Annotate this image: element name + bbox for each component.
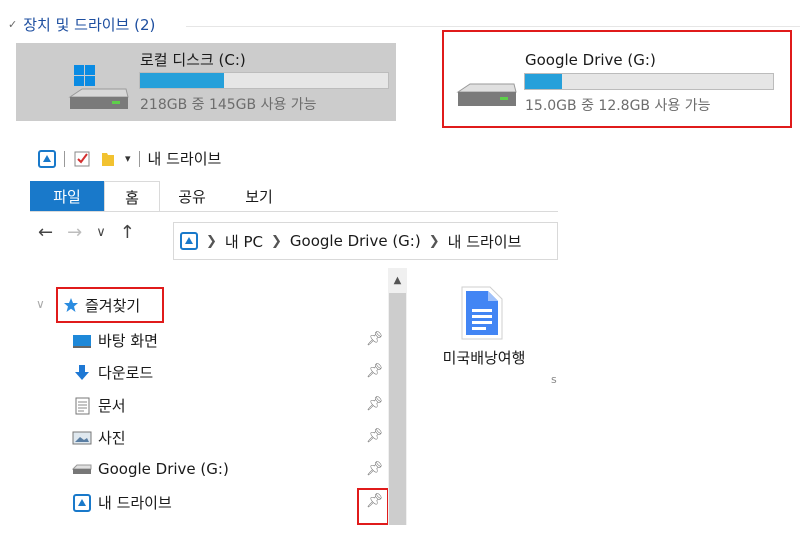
back-arrow-icon[interactable]: ← (38, 222, 53, 243)
chevron-down-icon: ✓ (8, 18, 18, 31)
tab-view[interactable]: 보기 (224, 181, 294, 212)
recent-locations-icon[interactable]: ∨ (96, 225, 106, 240)
section-divider (186, 26, 800, 27)
google-drive-icon (72, 493, 92, 512)
chevron-right-icon[interactable]: ❯ (271, 234, 282, 249)
drive-icon (456, 83, 517, 106)
sidebar-item-pictures[interactable]: 사진 (72, 427, 126, 448)
devices-section-header[interactable]: ✓ 장치 및 드라이브 (2) (8, 14, 155, 35)
sidebar-item-label: 내 드라이브 (98, 494, 172, 512)
windows-drive-icon (68, 65, 129, 109)
drive-g-name: Google Drive (G:) (525, 51, 656, 69)
sidebar-item-label: Google Drive (G:) (98, 460, 229, 478)
drive-c-usage-fill (140, 73, 225, 88)
documents-icon (72, 397, 92, 415)
sidebar-item-label: 바탕 화면 (98, 332, 158, 350)
sidebar-item-google-drive[interactable]: Google Drive (G:) (72, 460, 229, 478)
breadcrumb-this-pc[interactable]: 내 PC (225, 231, 263, 252)
quick-access-toolbar: ▾ 내 드라이브 (38, 148, 221, 169)
ribbon-divider (30, 211, 558, 212)
pictures-icon (72, 430, 92, 446)
breadcrumb-google-drive[interactable]: Google Drive (G:) (290, 232, 421, 250)
google-doc-icon[interactable] (460, 285, 504, 341)
google-drive-icon (38, 149, 56, 168)
chevron-down-icon[interactable]: ∨ (36, 297, 45, 311)
cut-off-glyph: s (551, 373, 557, 386)
up-arrow-icon[interactable]: ↑ (120, 222, 135, 243)
drive-g-free-text: 15.0GB 중 12.8GB 사용 가능 (525, 98, 711, 114)
toolbar-divider (138, 150, 140, 167)
chevron-right-icon[interactable]: ❯ (206, 234, 217, 249)
window-title: 내 드라이브 (147, 150, 222, 168)
drive-c-free-text: 218GB 중 145GB 사용 가능 (140, 97, 317, 113)
drive-g-tile[interactable]: Google Drive (G:) 15.0GB 중 12.8GB 사용 가능 (442, 30, 792, 128)
tab-file[interactable]: 파일 (30, 181, 104, 212)
scroll-up-icon[interactable]: ▲ (388, 268, 407, 292)
sidebar-item-downloads[interactable]: 다운로드 (72, 362, 153, 383)
chevron-right-icon[interactable]: ❯ (429, 234, 440, 249)
favorites-label: 즐겨찾기 (85, 296, 141, 315)
customize-toolbar-icon[interactable]: ▾ (125, 152, 131, 165)
tab-home[interactable]: 홈 (104, 181, 160, 212)
pin-icon[interactable]: 📌︎ (366, 428, 384, 444)
pin-icon[interactable]: 📌︎ (366, 363, 384, 379)
pin-highlight-box (357, 488, 389, 525)
drive-icon (72, 462, 92, 476)
sidebar-item-desktop[interactable]: 바탕 화면 (72, 330, 158, 351)
desktop-icon (72, 333, 92, 349)
address-bar[interactable]: ❯ 내 PC ❯ Google Drive (G:) ❯ 내 드라이브 (173, 222, 558, 260)
sidebar-item-documents[interactable]: 문서 (72, 395, 126, 416)
tab-share[interactable]: 공유 (160, 181, 224, 212)
google-drive-icon (180, 232, 198, 250)
download-icon (72, 364, 92, 382)
properties-icon[interactable] (73, 150, 91, 168)
sidebar-item-my-drive[interactable]: 내 드라이브 (72, 492, 172, 513)
new-folder-icon[interactable] (99, 150, 117, 168)
sidebar-item-favorites[interactable]: 즐겨찾기 (56, 287, 164, 323)
star-icon (63, 297, 79, 313)
forward-arrow-icon[interactable]: → (67, 222, 82, 243)
drive-g-usage-fill (525, 74, 563, 89)
navigation-buttons: ← → ∨ ↑ (38, 222, 135, 243)
scrollbar-thumb[interactable] (389, 293, 406, 525)
pin-icon[interactable]: 📌︎ (366, 461, 384, 477)
sidebar-item-label: 문서 (98, 397, 126, 415)
drive-c-usage-bar (139, 72, 389, 89)
pin-icon[interactable]: 📌︎ (366, 331, 384, 347)
devices-section-title: 장치 및 드라이브 (2) (23, 16, 156, 34)
drive-c-tile[interactable]: 로컬 디스크 (C:) 218GB 중 145GB 사용 가능 (16, 43, 396, 121)
sidebar-item-label: 다운로드 (98, 364, 154, 382)
file-name[interactable]: 미국배낭여행 (438, 347, 530, 370)
ribbon-tabs: 파일 홈 공유 보기 (30, 181, 558, 212)
toolbar-divider (64, 150, 65, 167)
sidebar-item-label: 사진 (98, 429, 126, 447)
drive-g-usage-bar (524, 73, 774, 90)
breadcrumb-my-drive[interactable]: 내 드라이브 (448, 231, 522, 252)
pin-icon[interactable]: 📌︎ (366, 396, 384, 412)
drive-c-name: 로컬 디스크 (C:) (140, 51, 246, 69)
